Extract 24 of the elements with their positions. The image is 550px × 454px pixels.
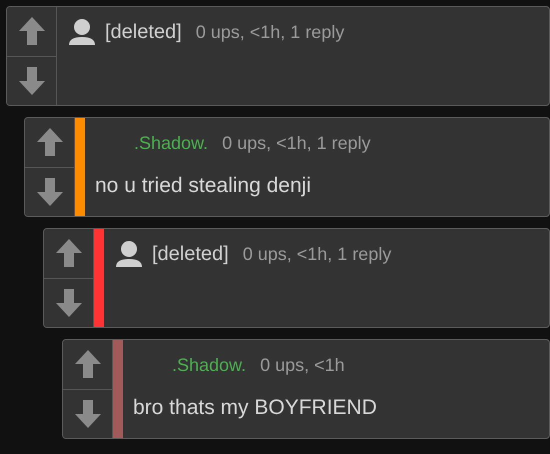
upvote-button[interactable] — [7, 7, 56, 56]
user-avatar-icon — [114, 239, 144, 269]
user-avatar-icon — [67, 17, 97, 47]
comment-text: no u tried stealing denji — [95, 173, 312, 199]
author-name: [deleted] — [105, 20, 182, 45]
upvote-button[interactable] — [44, 229, 93, 278]
down-arrow-icon — [18, 66, 46, 96]
author-name: [deleted] — [152, 242, 229, 267]
comment-text: bro thats my BOYFRIEND — [133, 395, 377, 421]
comment-meta: 0 ups, <1h, 1 reply — [242, 242, 392, 266]
up-arrow-icon — [36, 127, 64, 158]
down-arrow-icon — [36, 176, 64, 207]
author-link[interactable]: .Shadow. — [172, 352, 246, 378]
down-arrow-icon — [54, 288, 82, 318]
up-arrow-icon — [54, 238, 82, 268]
upvote-button[interactable] — [63, 340, 112, 390]
down-arrow-icon — [74, 398, 102, 429]
up-arrow-icon — [18, 16, 46, 46]
comment-meta: 0 ups, <1h, 1 reply — [196, 20, 344, 44]
up-arrow-icon — [74, 349, 102, 380]
comment-meta: 0 ups, <1h, 1 reply — [222, 132, 371, 155]
author-link[interactable]: .Shadow. — [134, 130, 208, 156]
comment-meta: 0 ups, <1h — [260, 354, 345, 377]
upvote-button[interactable] — [25, 118, 74, 168]
